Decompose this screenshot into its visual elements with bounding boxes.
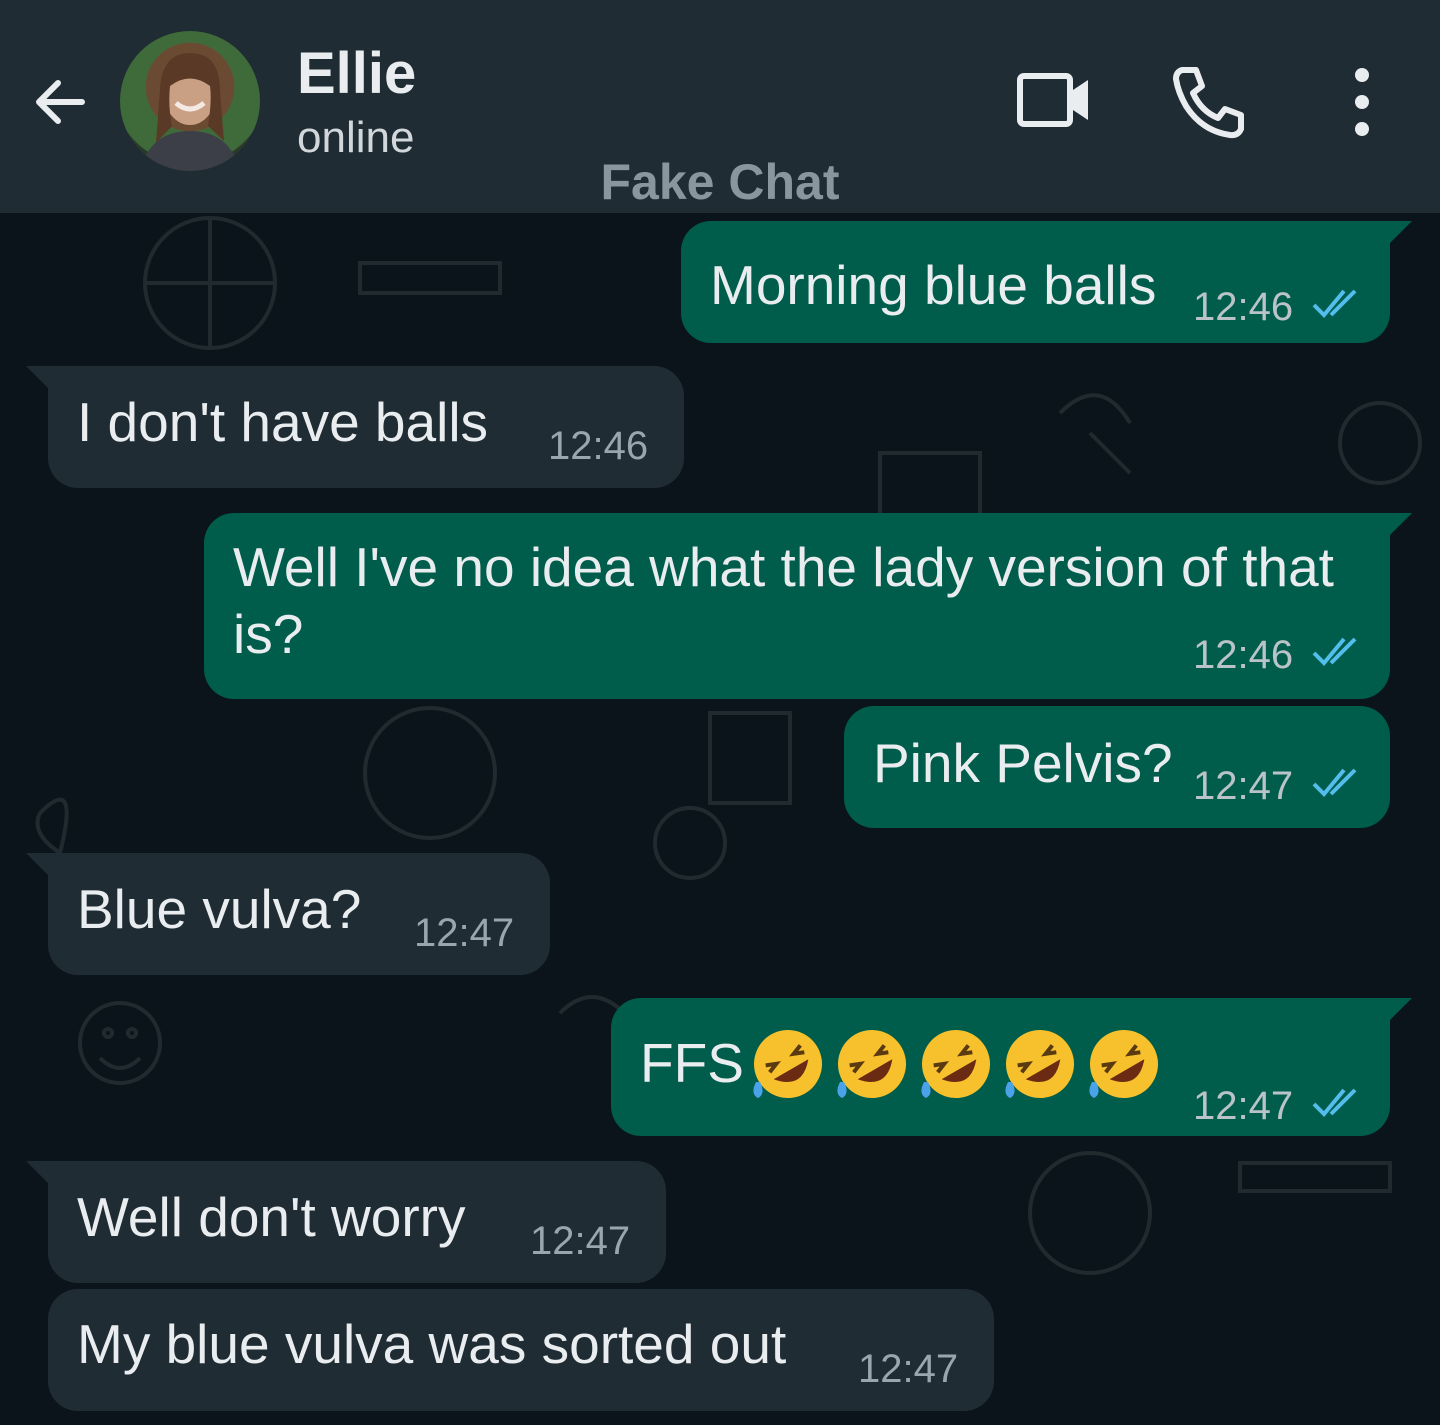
message-bubble-outgoing[interactable]: Well I've no idea what the lady version … bbox=[204, 513, 1412, 699]
read-receipt-icon bbox=[1312, 1088, 1357, 1117]
message-bubble-outgoing[interactable]: FFS 12:47 bbox=[611, 998, 1412, 1136]
chat-header: Ellie online Fake Chat bbox=[0, 0, 1440, 213]
read-receipt-icon bbox=[1312, 289, 1357, 318]
emoji-row bbox=[748, 1024, 1164, 1104]
video-call-icon[interactable] bbox=[1014, 62, 1094, 142]
message-time: 12:47 bbox=[858, 1347, 959, 1391]
message-time: 12:47 bbox=[1193, 1084, 1294, 1128]
message-time: 12:47 bbox=[414, 911, 515, 955]
message-text: FFS bbox=[640, 1032, 744, 1094]
rofl-emoji-icon bbox=[1089, 1030, 1158, 1098]
message-time: 12:46 bbox=[1193, 285, 1294, 329]
rofl-emoji-icon bbox=[837, 1030, 906, 1098]
message-bubble-incoming[interactable]: Blue vulva? 12:47 bbox=[26, 853, 550, 975]
read-receipt-icon bbox=[1312, 637, 1357, 666]
chat-area[interactable]: Morning blue balls 12:46 I don't have ba… bbox=[0, 213, 1440, 1425]
more-options-icon[interactable] bbox=[1322, 62, 1402, 142]
message-text: Blue vulva? bbox=[77, 878, 362, 940]
rofl-emoji-icon bbox=[753, 1030, 822, 1098]
message-text: I don't have balls bbox=[77, 391, 489, 453]
contact-name[interactable]: Ellie bbox=[297, 40, 416, 108]
message-time: 12:47 bbox=[1193, 764, 1294, 808]
message-bubble-incoming[interactable]: My blue vulva was sorted out 12:47 bbox=[48, 1289, 994, 1411]
message-bubble-outgoing[interactable]: Pink Pelvis? 12:47 bbox=[844, 706, 1390, 828]
rofl-emoji-icon bbox=[921, 1030, 990, 1098]
avatar[interactable] bbox=[120, 31, 260, 171]
message-bubble-incoming[interactable]: Well don't worry 12:47 bbox=[26, 1161, 666, 1283]
watermark-text: Fake Chat bbox=[600, 154, 840, 210]
message-time: 12:46 bbox=[548, 424, 649, 468]
rofl-emoji-icon bbox=[1005, 1030, 1074, 1098]
read-receipt-icon bbox=[1312, 768, 1357, 797]
message-text: Well don't worry bbox=[77, 1186, 466, 1248]
message-text: My blue vulva was sorted out bbox=[77, 1313, 787, 1375]
message-time: 12:47 bbox=[530, 1219, 631, 1263]
back-arrow-icon[interactable] bbox=[28, 70, 92, 134]
voice-call-icon[interactable] bbox=[1168, 62, 1248, 142]
message-text: Pink Pelvis? bbox=[873, 732, 1173, 794]
message-time: 12:46 bbox=[1193, 633, 1294, 677]
message-bubble-outgoing[interactable]: Morning blue balls 12:46 bbox=[681, 221, 1412, 343]
message-bubble-incoming[interactable]: I don't have balls 12:46 bbox=[26, 366, 684, 488]
message-text: Morning blue balls bbox=[710, 254, 1157, 316]
